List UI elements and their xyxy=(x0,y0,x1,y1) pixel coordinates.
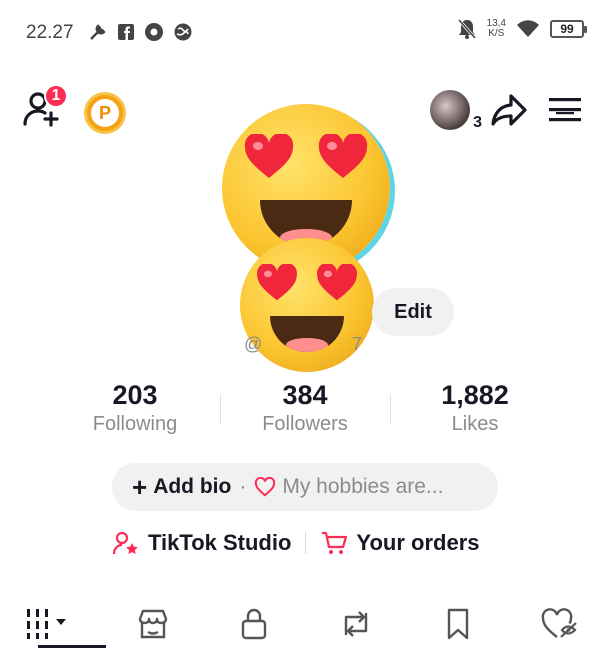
add-bio: + Add bio xyxy=(132,472,232,502)
bio-separator: · xyxy=(239,475,247,498)
top-left-actions: 1 xyxy=(22,84,68,128)
liked-icon xyxy=(541,608,577,638)
username-end: 7 xyxy=(352,334,363,354)
bookmark-icon xyxy=(447,608,468,640)
heart-outline-icon xyxy=(255,477,276,497)
stat-label: Followers xyxy=(262,413,348,435)
stat-value: 203 xyxy=(112,380,158,410)
facebook-icon xyxy=(118,24,134,40)
tab-reposts[interactable] xyxy=(305,592,407,656)
notification-badge: 1 xyxy=(44,84,68,108)
stat-value: 384 xyxy=(282,380,328,410)
tab-liked[interactable] xyxy=(508,592,610,656)
emoji-mouth xyxy=(270,316,344,352)
heart-eye-icon xyxy=(244,134,294,178)
tab-favorites[interactable] xyxy=(407,592,509,656)
edit-profile-button[interactable]: Edit xyxy=(372,288,454,336)
status-time: 22.27 xyxy=(26,22,74,43)
stat-followers[interactable]: 384 Followers xyxy=(220,380,390,436)
status-left-icons xyxy=(88,22,193,42)
top-right-actions: 3 xyxy=(430,90,582,131)
wifi-icon xyxy=(517,20,539,37)
globe-icon xyxy=(174,23,192,41)
studio-star-icon xyxy=(112,531,138,555)
repost-icon xyxy=(344,611,368,637)
add-bio-button[interactable]: + Add bio · My hobbies are... xyxy=(112,463,498,511)
heart-eye-icon xyxy=(257,264,297,301)
videos-grid-icon xyxy=(26,609,66,639)
hobbies-label: My hobbies are... xyxy=(282,475,444,498)
status-bar: 22.27 13,4 K/S 99 xyxy=(0,0,610,68)
speed-unit: K/S xyxy=(488,28,505,39)
status-right: 13,4 K/S 99 xyxy=(457,18,587,40)
stat-value: 1,882 xyxy=(441,380,509,410)
tiktok-studio-label: TikTok Studio xyxy=(148,530,292,555)
network-speed: 13,4 K/S xyxy=(487,19,506,39)
heart-eye-icon xyxy=(317,264,357,301)
wrench-icon xyxy=(90,24,106,40)
tiktok-studio-link[interactable]: TikTok Studio xyxy=(112,530,291,556)
your-orders-link[interactable]: Your orders xyxy=(320,530,479,556)
points-button[interactable]: P xyxy=(84,92,126,134)
menu-icon[interactable] xyxy=(548,95,582,125)
your-orders-label: Your orders xyxy=(356,530,480,555)
tab-videos[interactable] xyxy=(0,592,106,656)
points-icon: P xyxy=(91,99,119,127)
profile-stats: 203 Following 384 Followers 1,882 Likes xyxy=(50,380,560,436)
profile-links: TikTok Studio Your orders xyxy=(112,530,479,556)
links-divider xyxy=(305,532,307,554)
tab-private[interactable] xyxy=(203,592,305,656)
stat-likes[interactable]: 1,882 Likes xyxy=(390,380,560,436)
plus-icon: + xyxy=(132,472,148,502)
cart-icon xyxy=(322,531,348,554)
profile-tabs xyxy=(0,592,610,656)
stat-label: Following xyxy=(92,413,178,435)
add-friend-button[interactable]: 1 xyxy=(22,84,68,128)
share-icon[interactable] xyxy=(490,93,528,127)
username-start: @ xyxy=(244,334,263,354)
lock-icon xyxy=(241,608,267,640)
profile-avatar[interactable] xyxy=(216,104,396,372)
battery-indicator: 99 xyxy=(550,20,587,38)
story-avatar-button[interactable]: 3 xyxy=(430,90,482,131)
shop-icon xyxy=(138,609,167,639)
heart-eye-icon xyxy=(318,134,368,178)
story-count: 3 xyxy=(473,114,482,131)
mute-bell-icon xyxy=(457,19,476,39)
hobbies-prompt: My hobbies are... xyxy=(254,475,443,499)
stat-following[interactable]: 203 Following xyxy=(50,380,220,436)
record-icon xyxy=(145,23,163,41)
tab-shop[interactable] xyxy=(102,592,204,656)
stat-label: Likes xyxy=(451,413,499,435)
add-bio-label: Add bio xyxy=(153,475,232,498)
